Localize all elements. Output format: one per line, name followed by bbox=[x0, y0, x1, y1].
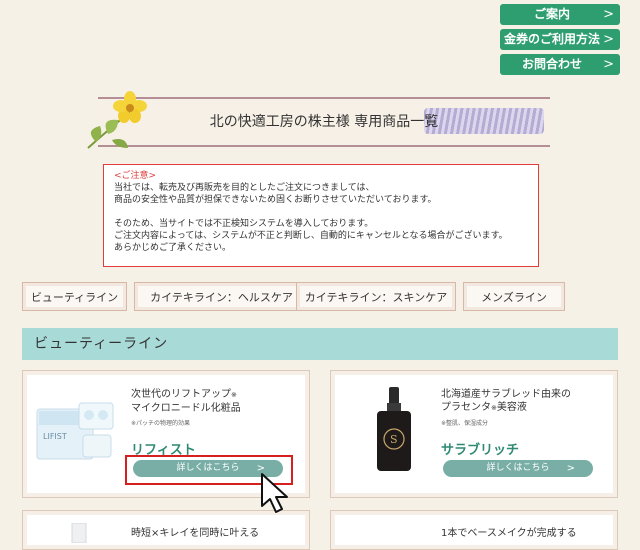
guide-label: ご案内 bbox=[533, 7, 570, 21]
notice-line: 商品の安全性や品質が担保できないため固くお断りさせていただいております。 bbox=[114, 195, 437, 205]
product-name-line: プラセンタ bbox=[441, 402, 491, 413]
notice-heading: <ご注意> bbox=[114, 171, 157, 181]
top-nav: ご案内 > 金券のご利用方法 > お問合わせ > bbox=[500, 4, 620, 79]
details-button-label: 詳しくはこちら bbox=[486, 463, 550, 473]
product-name: 時短×キレイを同時に叶える bbox=[131, 528, 260, 539]
contact-label: お問合わせ bbox=[521, 57, 582, 71]
flower-icon bbox=[87, 91, 147, 149]
notice-line: 当社では、転売及び再販売を目的としたご注文につきましては、 bbox=[114, 183, 375, 193]
product-card: 1本でベースメイクが完成する bbox=[330, 510, 618, 550]
section-heading: ビューティーライン bbox=[22, 328, 618, 360]
product-name-line: 北海道産サラブレッド由来の bbox=[441, 389, 571, 400]
details-button[interactable]: 詳しくはこちら > bbox=[443, 460, 593, 477]
product-name-tail: 美容液 bbox=[496, 402, 527, 413]
product-name: 1本でベースメイクが完成する bbox=[441, 528, 577, 539]
product-card: 時短×キレイを同時に叶える bbox=[22, 510, 310, 550]
product-image[interactable] bbox=[69, 523, 89, 543]
chevron-right-icon: > bbox=[603, 7, 614, 22]
product-note: ※整肌、保湿成分 bbox=[441, 420, 489, 427]
product-name: 次世代のリフトアップ※ マイクロニードル化粧品 bbox=[131, 388, 241, 415]
product-name-line: 次世代のリフトアップ bbox=[131, 389, 231, 400]
voucher-usage-label: 金券のご利用方法 bbox=[503, 32, 600, 46]
contact-button[interactable]: お問合わせ > bbox=[500, 54, 620, 75]
page-banner: 北の快適工房の株主様 専用商品一覧 bbox=[98, 97, 550, 147]
voucher-usage-button[interactable]: 金券のご利用方法 > bbox=[500, 29, 620, 50]
chevron-right-icon: > bbox=[603, 32, 614, 47]
notice-line: ご注文内容によっては、システムが不正と判断し、自動的にキャンセルとなる場合がござ… bbox=[114, 231, 508, 241]
notice-line: あらかじめご了承ください。 bbox=[114, 243, 232, 253]
lifist-package-text: LIFIST bbox=[43, 432, 67, 441]
sarabrich-package-text: S bbox=[390, 433, 398, 446]
product-name: 北海道産サラブレッド由来の プラセンタ※美容液 bbox=[441, 388, 571, 415]
product-brand: サラブリッチ bbox=[441, 443, 520, 458]
category-skincare[interactable]: カイテキライン：スキンケア bbox=[296, 282, 456, 311]
chevron-right-icon: > bbox=[566, 463, 575, 474]
product-card-sarabrich: S 北海道産サラブレッド由来の プラセンタ※美容液 ※整肌、保湿成分 サラブリッ… bbox=[330, 370, 618, 498]
product-name-line: マイクロニードル化粧品 bbox=[131, 403, 241, 414]
notice-box: <ご注意> 当社では、転売及び再販売を目的としたご注文につきましては、 商品の安… bbox=[103, 164, 539, 267]
mouse-pointer-icon bbox=[261, 473, 288, 513]
chevron-right-icon: > bbox=[603, 57, 614, 72]
category-mens-line[interactable]: メンズライン bbox=[463, 282, 565, 311]
sarabrich-product-image[interactable]: S bbox=[369, 385, 419, 475]
notice-line: そのため、当サイトでは不正検知システムを導入しております。 bbox=[114, 219, 374, 229]
guide-button[interactable]: ご案内 > bbox=[500, 4, 620, 25]
product-name-mark: ※ bbox=[231, 391, 237, 399]
category-beauty-line[interactable]: ビューティライン bbox=[22, 282, 127, 311]
page-title: 北の快適工房の株主様 専用商品一覧 bbox=[209, 114, 439, 130]
category-healthcare[interactable]: カイテキライン：ヘルスケア bbox=[134, 282, 309, 311]
product-note: ※パッチの物理的効果 bbox=[131, 420, 191, 427]
lifist-product-image[interactable]: LIFIST bbox=[35, 401, 117, 465]
